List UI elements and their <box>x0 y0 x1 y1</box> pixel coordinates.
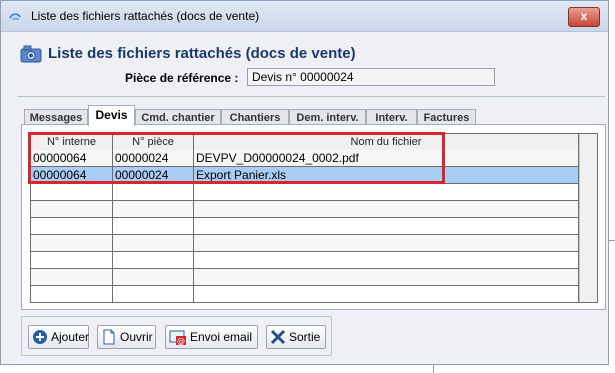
button-bar: Ajouter Ouvrir @ Envoi email Sortie <box>21 316 332 356</box>
add-button-label: Ajouter <box>51 330 90 344</box>
close-button[interactable]: x <box>568 7 600 27</box>
cell-file-name: DEVPV_D00000024_0002.pdf <box>194 150 579 166</box>
email-icon: @ <box>169 330 186 346</box>
cell-document-number: 00000024 <box>113 150 194 166</box>
open-button-label: Ouvrir <box>120 330 153 344</box>
table-row-empty[interactable] <box>31 252 579 269</box>
table-row-empty[interactable] <box>31 218 579 235</box>
app-icon <box>9 13 21 20</box>
page-title: Liste des fichiers rattachés (docs de ve… <box>48 45 356 62</box>
tab-factures[interactable]: Factures <box>417 109 476 125</box>
tab-panel-devis: N° interne N° pièce Nom du fichier 00000… <box>21 124 606 310</box>
table-row[interactable]: 00000064 00000024 DEVPV_D00000024_0002.p… <box>31 150 579 167</box>
tab-cmd-chantier[interactable]: Cmd. chantier <box>135 109 221 125</box>
column-header-internal-number[interactable]: N° interne <box>31 134 113 150</box>
attached-files-window: Liste des fichiers rattachés (docs de ve… <box>0 0 609 365</box>
desktop-line <box>609 240 615 241</box>
vertical-scrollbar[interactable] <box>579 134 597 302</box>
exit-button-label: Sortie <box>289 330 321 344</box>
cell-internal-number: 00000064 <box>31 150 113 166</box>
column-header-document-number[interactable]: N° pièce <box>113 134 194 150</box>
tab-interv[interactable]: Interv. <box>366 109 417 125</box>
tab-chantiers[interactable]: Chantiers <box>221 109 289 125</box>
open-button[interactable]: Ouvrir <box>97 325 156 349</box>
table-row-empty[interactable] <box>31 201 579 218</box>
table-row-empty[interactable] <box>31 235 579 252</box>
send-email-button-label: Envoi email <box>190 330 253 344</box>
table-row-empty[interactable] <box>31 286 579 302</box>
column-header-file-name[interactable]: Nom du fichier <box>194 134 579 150</box>
exit-button[interactable]: Sortie <box>266 325 326 349</box>
close-x-icon <box>270 329 286 345</box>
tab-messages[interactable]: Messages <box>24 109 88 125</box>
table-header: N° interne N° pièce Nom du fichier <box>31 134 579 151</box>
svg-text:@: @ <box>177 337 185 346</box>
plus-icon <box>33 330 47 344</box>
window-title: Liste des fichiers rattachés (docs de ve… <box>31 9 260 23</box>
tab-devis[interactable]: Devis <box>88 105 135 126</box>
cell-file-name: Export Panier.xls <box>194 167 579 183</box>
send-email-button[interactable]: @ Envoi email <box>165 325 258 349</box>
table-row-empty[interactable] <box>31 184 579 201</box>
add-button[interactable]: Ajouter <box>28 325 89 349</box>
reference-field[interactable]: Devis n° 00000024 <box>247 68 495 86</box>
attachment-camera-icon <box>20 45 42 63</box>
document-icon <box>103 329 115 345</box>
divider <box>17 96 605 97</box>
table-row-selected[interactable]: 00000064 00000024 Export Panier.xls <box>31 167 579 184</box>
cell-document-number: 00000024 <box>113 167 194 183</box>
files-table: N° interne N° pièce Nom du fichier 00000… <box>30 133 598 303</box>
cell-internal-number: 00000064 <box>31 167 113 183</box>
table-row-empty[interactable] <box>31 269 579 286</box>
tab-dem-interv[interactable]: Dem. interv. <box>289 109 366 125</box>
title-bar[interactable]: Liste des fichiers rattachés (docs de ve… <box>1 1 608 32</box>
reference-label: Pièce de référence : <box>125 71 239 85</box>
